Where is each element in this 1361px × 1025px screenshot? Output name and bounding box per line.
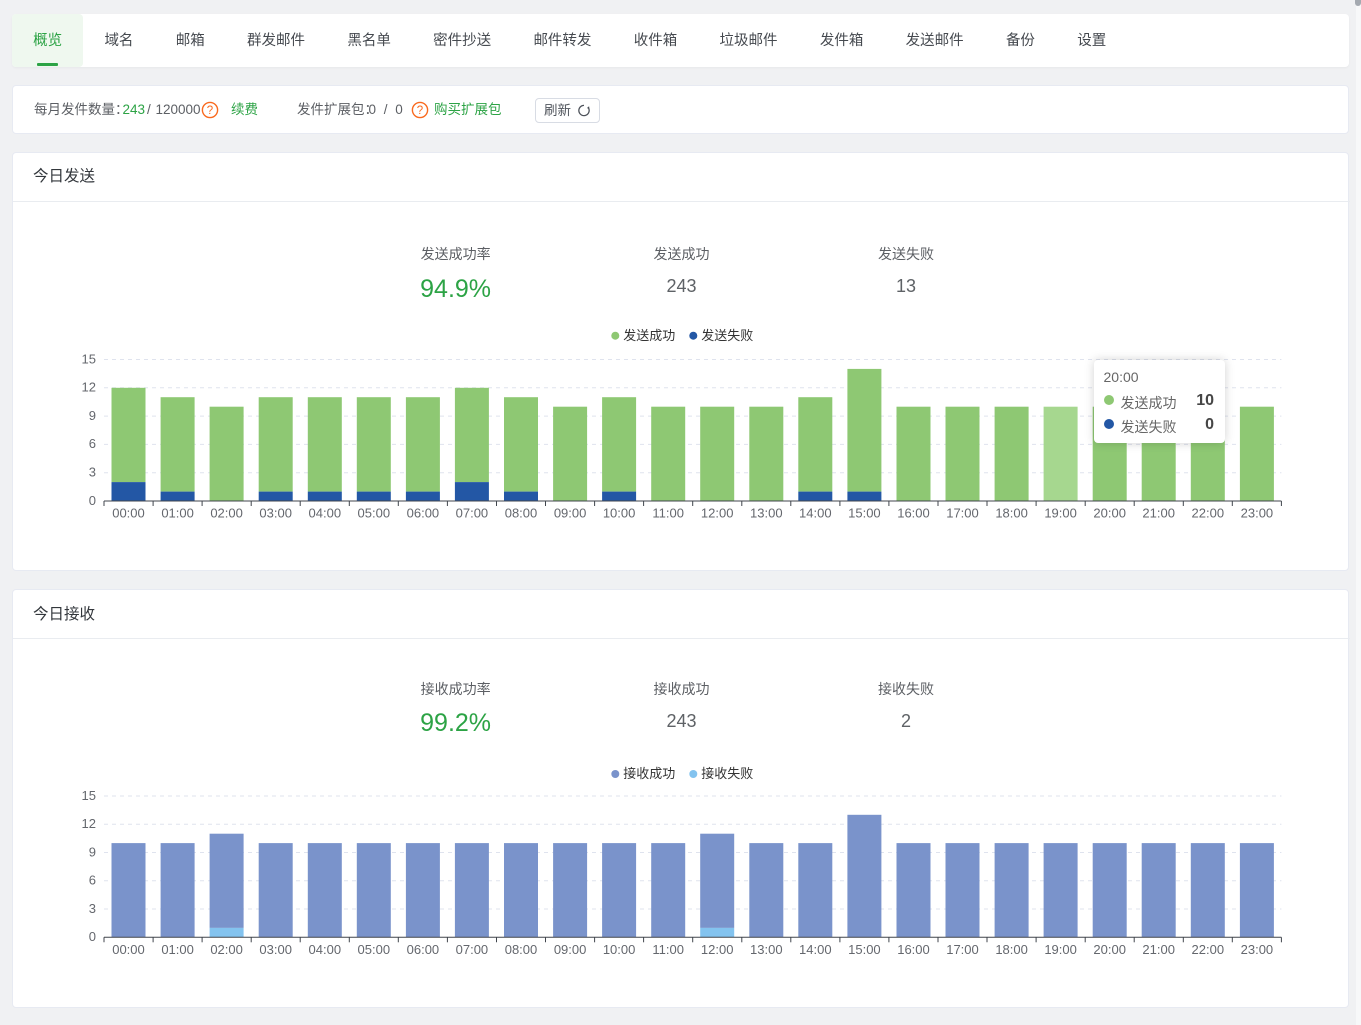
svg-text:9: 9	[89, 844, 96, 859]
svg-text:10:00: 10:00	[603, 505, 636, 520]
svg-text:3: 3	[89, 901, 96, 916]
svg-text:05:00: 05:00	[358, 942, 391, 957]
svg-text:9: 9	[89, 407, 96, 422]
svg-text:06:00: 06:00	[407, 942, 440, 957]
svg-text:04:00: 04:00	[309, 942, 342, 957]
svg-text:15:00: 15:00	[848, 942, 881, 957]
svg-text:07:00: 07:00	[456, 942, 489, 957]
svg-text:12:00: 12:00	[701, 505, 734, 520]
svg-text:01:00: 01:00	[161, 505, 194, 520]
svg-text:15: 15	[82, 351, 96, 366]
svg-text:03:00: 03:00	[259, 942, 292, 957]
svg-text:12: 12	[82, 816, 96, 831]
svg-text:09:00: 09:00	[554, 942, 587, 957]
svg-text:15: 15	[82, 788, 96, 803]
svg-text:08:00: 08:00	[505, 942, 538, 957]
svg-text:?: ?	[207, 105, 213, 117]
svg-text:16:00: 16:00	[897, 505, 930, 520]
svg-text:接收成功: 接收成功	[623, 766, 675, 781]
svg-text:16:00: 16:00	[897, 942, 930, 957]
svg-text:12: 12	[82, 379, 96, 394]
svg-text:00:00: 00:00	[112, 505, 145, 520]
svg-text:09:00: 09:00	[554, 505, 587, 520]
svg-text:23:00: 23:00	[1241, 942, 1274, 957]
svg-text:0: 0	[89, 929, 96, 944]
svg-text:08:00: 08:00	[505, 505, 538, 520]
svg-text:15:00: 15:00	[848, 505, 881, 520]
svg-text:02:00: 02:00	[210, 505, 243, 520]
svg-text:3: 3	[89, 464, 96, 479]
svg-text:13:00: 13:00	[750, 505, 783, 520]
svg-text:18:00: 18:00	[995, 942, 1028, 957]
svg-text:22:00: 22:00	[1192, 942, 1225, 957]
svg-text:19:00: 19:00	[1044, 505, 1077, 520]
svg-text:6: 6	[89, 436, 96, 451]
svg-text:发送失败: 发送失败	[701, 327, 753, 342]
svg-text:22:00: 22:00	[1192, 505, 1225, 520]
svg-text:20:00: 20:00	[1093, 942, 1126, 957]
svg-text:14:00: 14:00	[799, 942, 832, 957]
svg-text:发送成功: 发送成功	[623, 327, 675, 342]
svg-text:04:00: 04:00	[309, 505, 342, 520]
svg-text:23:00: 23:00	[1241, 505, 1274, 520]
svg-text:10:00: 10:00	[603, 942, 636, 957]
svg-text:11:00: 11:00	[652, 505, 684, 520]
svg-text:06:00: 06:00	[407, 505, 440, 520]
svg-text:接收失败: 接收失败	[701, 766, 753, 781]
svg-text:12:00: 12:00	[701, 942, 734, 957]
svg-text:?: ?	[417, 105, 423, 117]
svg-text:03:00: 03:00	[259, 505, 292, 520]
svg-text:21:00: 21:00	[1142, 942, 1175, 957]
svg-text:00:00: 00:00	[112, 942, 145, 957]
svg-text:20:00: 20:00	[1093, 505, 1126, 520]
svg-text:21:00: 21:00	[1142, 505, 1175, 520]
svg-text:07:00: 07:00	[456, 505, 489, 520]
svg-text:13:00: 13:00	[750, 942, 783, 957]
svg-text:18:00: 18:00	[995, 505, 1028, 520]
svg-text:01:00: 01:00	[161, 942, 194, 957]
svg-text:0: 0	[89, 492, 96, 507]
svg-text:6: 6	[89, 873, 96, 888]
svg-text:17:00: 17:00	[946, 505, 979, 520]
svg-text:17:00: 17:00	[946, 942, 979, 957]
svg-text:05:00: 05:00	[358, 505, 391, 520]
svg-text:02:00: 02:00	[210, 942, 243, 957]
svg-text:11:00: 11:00	[652, 942, 684, 957]
svg-text:14:00: 14:00	[799, 505, 832, 520]
svg-text:19:00: 19:00	[1044, 942, 1077, 957]
